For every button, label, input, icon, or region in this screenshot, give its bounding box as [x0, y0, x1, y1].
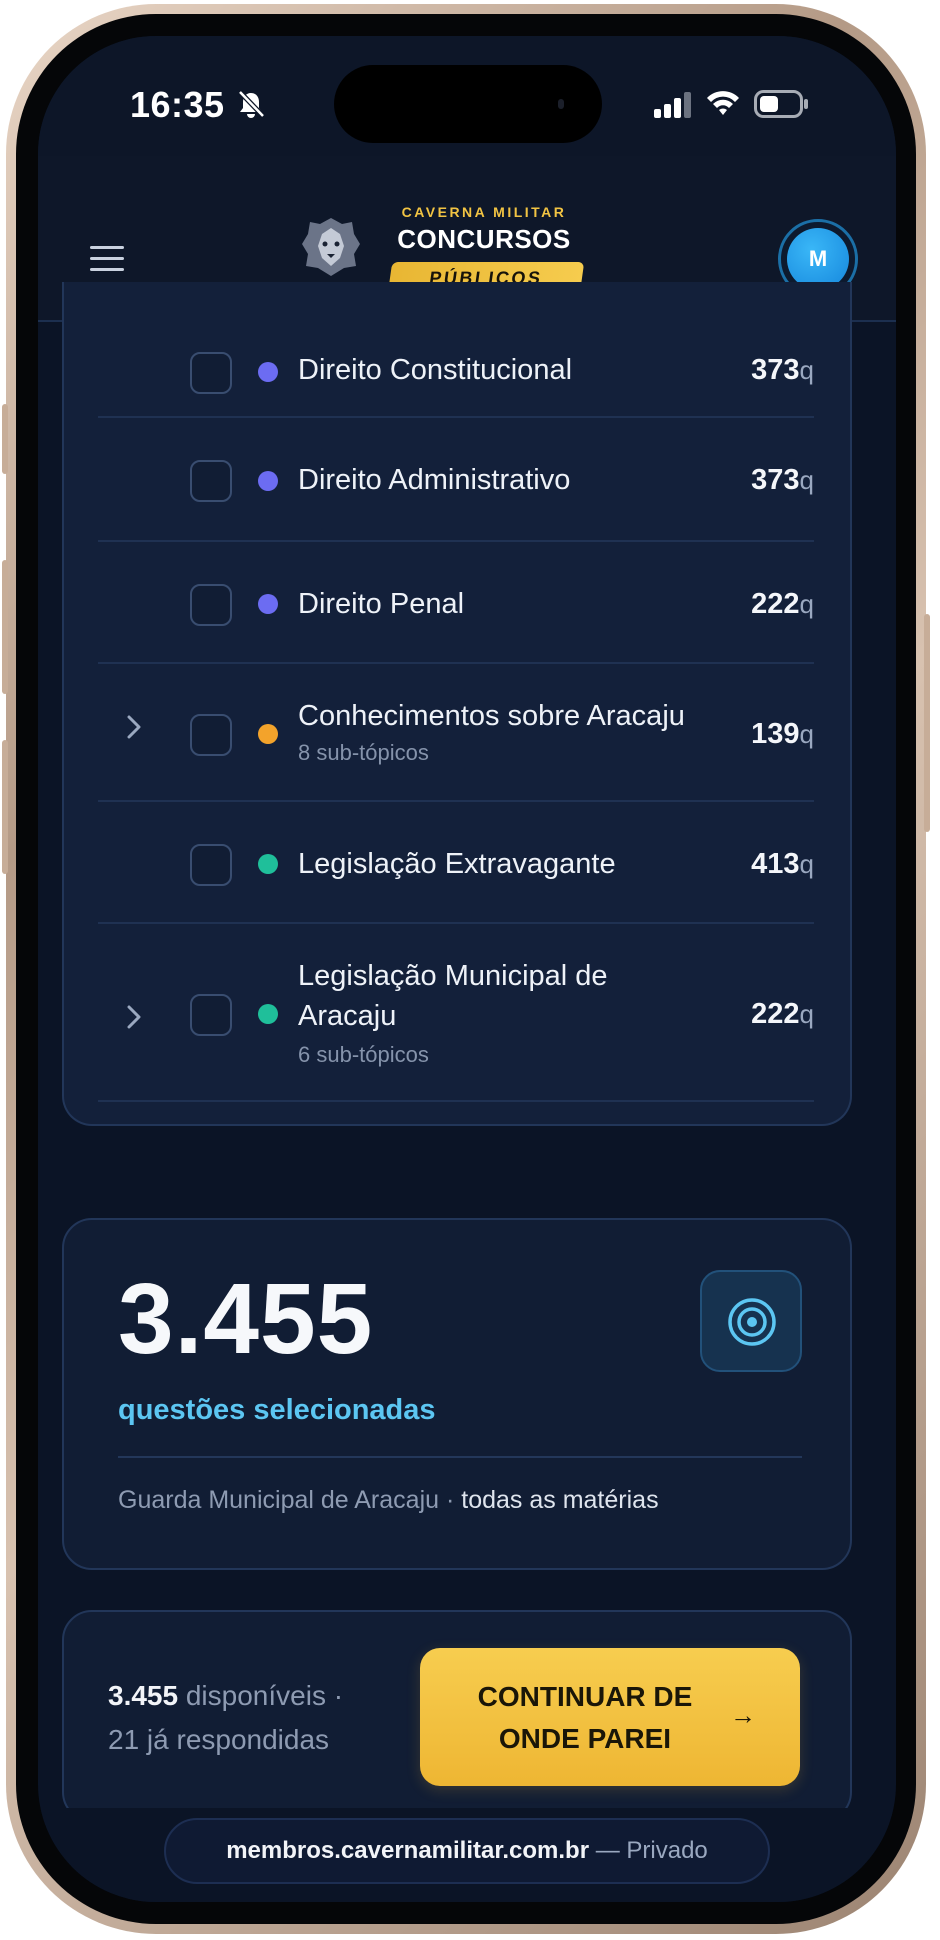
topic-count-unit: q [799, 355, 814, 385]
topic-checkbox[interactable] [190, 584, 232, 626]
answered-line: 21 já respondidas [108, 1724, 330, 1755]
card-divider [118, 1456, 802, 1458]
url-host: membros.cavernamilitar.com.br [226, 1837, 590, 1864]
arrow-right-icon: → [730, 1700, 756, 1730]
topic-color-dot [258, 471, 278, 491]
topic-name: Direito Penal [298, 588, 465, 620]
topic-name-line-2: Aracaju [298, 1000, 397, 1032]
wifi-icon [705, 88, 741, 123]
topic-count-value: 222 [751, 588, 800, 620]
action-button [2, 404, 8, 474]
url-separator: — [589, 1837, 627, 1864]
cta-line-1: CONTINUAR DE [477, 1681, 693, 1712]
topic-count: 373q [751, 354, 814, 387]
screen: 16:35 CAVERNA MILITAR CONCURSOS PÚBLICOS… [38, 36, 896, 1902]
continue-button[interactable]: CONTINUAR DE ONDE PAREI → [420, 1648, 800, 1786]
selected-count: 3.455 [118, 1263, 374, 1375]
topic-color-dot [258, 362, 278, 382]
topic-count-unit: q [799, 719, 814, 749]
meta-source: Guarda Municipal de Aracaju [118, 1486, 440, 1514]
topic-subtopics: 6 sub-tópicos [298, 1042, 429, 1067]
topic-checkbox[interactable] [190, 844, 232, 886]
topic-count-value: 413 [751, 848, 800, 880]
logo-main-text: CONCURSOS [397, 224, 571, 254]
topic-color-dot [258, 1004, 278, 1024]
available-label: disponíveis · [178, 1680, 344, 1711]
volume-up-button [2, 560, 8, 694]
topic-count: 222q [751, 588, 814, 621]
topic-count: 413q [751, 848, 814, 881]
topic-count-value: 373 [751, 464, 800, 496]
selection-summary-card: 3.455 questões selecionadas Guarda Munic… [62, 1218, 852, 1570]
topic-count: 222q [751, 998, 814, 1031]
cta-line-2: ONDE PAREI [498, 1723, 672, 1754]
meta-scope: todas as matérias [461, 1486, 659, 1514]
topic-checkbox[interactable] [190, 352, 232, 394]
continue-card: 3.455 disponíveis · 21 já respondidas CO… [62, 1610, 852, 1822]
topic-name: Direito Constitucional [298, 354, 573, 386]
chevron-right-icon[interactable] [126, 710, 142, 749]
topic-row-direito-administrativo[interactable]: Direito Administrativo 373q [98, 420, 814, 542]
volume-down-button [2, 740, 8, 874]
availability-text: 3.455 disponíveis · 21 já respondidas [108, 1674, 343, 1762]
topic-row-direito-constitucional[interactable]: Direito Constitucional 373q [98, 322, 814, 418]
topic-name-line-1: Legislação Municipal de [298, 960, 608, 992]
topic-row-direito-penal[interactable]: Direito Penal 222q [98, 544, 814, 664]
main-content: Direito Constitucional 373q Direito Admi… [38, 282, 896, 1822]
target-icon [728, 1298, 776, 1346]
lion-icon [300, 216, 362, 283]
topic-count-value: 139 [751, 718, 800, 750]
topics-card: Direito Constitucional 373q Direito Admi… [62, 282, 852, 1126]
chevron-right-icon[interactable] [126, 1000, 142, 1039]
topic-name: Direito Administrativo [298, 464, 571, 496]
continue-button-label: CONTINUAR DE ONDE PAREI [450, 1676, 720, 1760]
topic-row-legislacao-municipal-aracaju[interactable]: Legislação Municipal de Aracaju 6 sub-tó… [98, 926, 814, 1102]
meta-separator: · [439, 1486, 462, 1514]
power-button [924, 614, 930, 832]
topic-color-dot [258, 724, 278, 744]
topic-subtopics: 8 sub-tópicos [298, 740, 429, 765]
topic-count-unit: q [799, 999, 814, 1029]
selection-meta: Guarda Municipal de Aracaju · todas as m… [118, 1486, 659, 1515]
browser-url-area: membros.cavernamilitar.com.br — Privado [38, 1808, 896, 1902]
status-time: 16:35 [130, 84, 225, 125]
available-line: 3.455 disponíveis · [108, 1674, 343, 1718]
signal-icon [654, 92, 694, 123]
topic-name: Conhecimentos sobre Aracaju [298, 700, 685, 732]
topic-color-dot [258, 594, 278, 614]
topic-count-value: 373 [751, 354, 800, 386]
logo-top-text: CAVERNA MILITAR [401, 204, 567, 220]
selected-label: questões selecionadas [118, 1394, 436, 1426]
private-mode-label: Privado [626, 1837, 708, 1864]
available-count: 3.455 [108, 1680, 179, 1711]
topic-row-legislacao-extravagante[interactable]: Legislação Extravagante 413q [98, 804, 814, 924]
avatar-initial: M [787, 228, 849, 290]
topic-count-value: 222 [751, 998, 800, 1030]
battery-icon [754, 90, 810, 123]
topic-count-unit: q [799, 589, 814, 619]
topic-checkbox[interactable] [190, 460, 232, 502]
topic-color-dot [258, 854, 278, 874]
hamburger-menu-icon[interactable] [90, 244, 124, 279]
topic-count: 373q [751, 464, 814, 497]
topic-checkbox[interactable] [190, 994, 232, 1036]
topic-row-conhecimentos-aracaju[interactable]: Conhecimentos sobre Aracaju 8 sub-tópico… [98, 666, 814, 802]
status-bar: 16:35 [38, 36, 896, 176]
topic-count-unit: q [799, 849, 814, 879]
topic-count-unit: q [799, 465, 814, 495]
url-bar[interactable]: membros.cavernamilitar.com.br — Privado [164, 1818, 770, 1884]
bell-off-icon [236, 89, 266, 124]
dynamic-island [334, 65, 602, 143]
topic-checkbox[interactable] [190, 714, 232, 756]
topic-count: 139q [751, 718, 814, 751]
camera-dot [558, 99, 564, 109]
target-button[interactable] [700, 1270, 802, 1372]
topic-name: Legislação Extravagante [298, 848, 616, 880]
